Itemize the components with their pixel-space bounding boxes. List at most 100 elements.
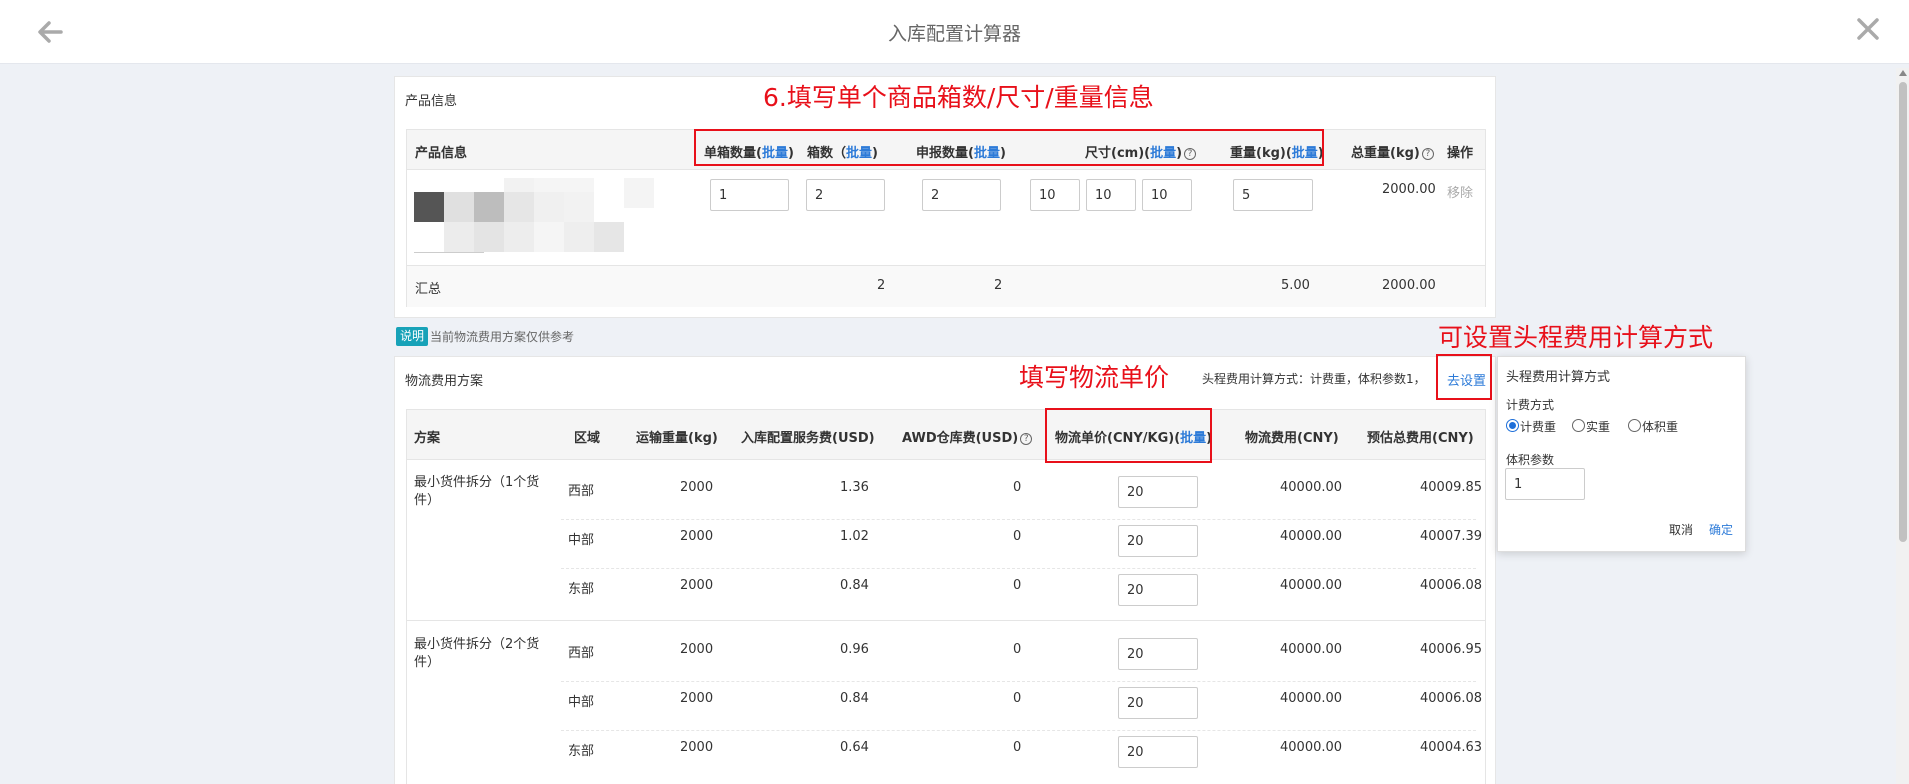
g1-r3-weight: 2000 [680,578,714,593]
radio-chargeable-weight-label[interactable]: 计费重 [1520,418,1556,435]
popover-volume-label: 体积参数 [1506,453,1555,467]
close-icon[interactable] [1853,14,1883,44]
row-divider [561,681,1476,682]
annotation-box-unit-price-column [1045,408,1212,463]
per-box-qty-input[interactable] [710,179,789,211]
g2-r3-total: 40004.63 [1420,740,1483,755]
scroll-thumb[interactable] [1899,82,1907,542]
summary-row [407,265,1485,307]
logistics-panel: 物流费用方案 头程费用计算方式：计费重，体积参数1， 去设置 方案 区域 运输重… [394,356,1496,784]
g1-r2-region: 中部 [568,533,595,548]
popover-title: 头程费用计算方式 [1506,370,1611,385]
declared-qty-input[interactable] [922,179,1001,211]
g2-r1-total: 40006.95 [1420,642,1483,657]
annotation-box-settings-link [1436,354,1492,400]
volume-param-input[interactable] [1505,468,1585,500]
g2-r2-unit-price-input[interactable] [1118,687,1198,719]
radio-chargeable-weight[interactable] [1506,419,1519,432]
scroll-up-icon[interactable] [1899,70,1907,76]
g2-r3-service-fee: 0.64 [840,740,869,755]
g1-r3-total: 40006.08 [1420,578,1483,593]
logistics-table-header: 方案 区域 运输重量(kg) 入库配置服务费(USD) AWD仓库费(USD)?… [407,410,1485,460]
col-logistics-fee: 物流费用(CNY) [1245,431,1339,446]
col-action: 操作 [1447,146,1474,161]
radio-volume-weight[interactable] [1628,419,1641,432]
summary-box-count: 2 [877,278,886,293]
g2-r1-unit-price-input[interactable] [1118,638,1198,670]
g2-r1-service-fee: 0.96 [840,642,869,657]
remove-link[interactable]: 移除 [1447,182,1473,201]
length-input[interactable] [1030,179,1080,211]
g2-r3-logistics-fee: 40000.00 [1280,740,1343,755]
col-plan: 方案 [414,431,441,446]
g1-r2-unit-price-input[interactable] [1118,525,1198,557]
annotation-box-product-columns [694,129,1324,166]
g1-r3-service-fee: 0.84 [840,578,869,593]
box-count-input[interactable] [806,179,885,211]
g2-r3-region: 东部 [568,744,595,759]
g1-r1-total: 40009.85 [1420,480,1483,495]
popover-method-label: 计费方式 [1506,398,1555,412]
g1-r1-unit-price-input[interactable] [1118,476,1198,508]
product-image [414,178,654,254]
g2-r1-logistics-fee: 40000.00 [1280,642,1343,657]
row-divider [561,568,1476,569]
page-title: 入库配置计算器 [887,23,1021,45]
summary-weight: 5.00 [1281,278,1310,293]
g1-r1-service-fee: 1.36 [840,480,869,495]
plan-2-line1: 最小货件拆分（2个货 [414,637,540,652]
g1-r3-unit-price-input[interactable] [1118,574,1198,606]
g1-r1-awd-fee: 0 [1013,480,1022,495]
g1-r2-awd-fee: 0 [1013,529,1022,544]
plan-1-line1: 最小货件拆分（1个货 [414,475,540,490]
col-service-fee: 入库配置服务费(USD) [741,431,875,446]
g1-r2-total: 40007.39 [1420,529,1483,544]
g1-r1-logistics-fee: 40000.00 [1280,480,1343,495]
calc-method-text: 头程费用计算方式：计费重，体积参数1， [1202,372,1426,386]
radio-actual-weight-label[interactable]: 实重 [1586,418,1610,435]
product-thumbnail-icon [414,178,654,253]
radio-actual-weight[interactable] [1572,419,1585,432]
logistics-table: 方案 区域 运输重量(kg) 入库配置服务费(USD) AWD仓库费(USD)?… [406,409,1486,784]
g2-r1-weight: 2000 [680,642,714,657]
row-divider [561,519,1476,520]
g2-r2-logistics-fee: 40000.00 [1280,691,1343,706]
g2-r3-unit-price-input[interactable] [1118,736,1198,768]
group-divider [407,620,1485,621]
col-estimated-total: 预估总费用(CNY) [1367,431,1474,446]
height-input[interactable] [1142,179,1192,211]
product-info-panel-title: 产品信息 [405,94,458,109]
popover-confirm-button[interactable]: 确定 [1709,521,1733,538]
plan-2-line2: 件） [414,655,441,670]
g2-r2-total: 40006.08 [1420,691,1483,706]
popover-cancel-button[interactable]: 取消 [1669,521,1693,538]
col-ship-weight: 运输重量(kg) [636,431,718,446]
total-weight-help-icon[interactable]: ? [1421,148,1434,160]
summary-total-weight: 2000.00 [1382,278,1436,293]
g1-r3-region: 东部 [568,582,595,597]
annotation-unit-price: 填写物流单价 [1019,363,1170,392]
col-product-info: 产品信息 [415,146,468,161]
g2-r2-service-fee: 0.84 [840,691,869,706]
g1-r1-weight: 2000 [680,480,714,495]
summary-label: 汇总 [415,282,442,297]
page-scrollbar[interactable] [1896,68,1909,784]
annotation-product-info: 6.填写单个商品箱数/尺寸/重量信息 [763,83,1154,112]
weight-input[interactable] [1233,179,1313,211]
g2-r3-awd-fee: 0 [1013,740,1022,755]
annotation-calc-method: 可设置头程费用计算方式 [1438,323,1714,352]
plan-1-line2: 件） [414,493,441,508]
col-region: 区域 [574,431,601,446]
width-input[interactable] [1086,179,1136,211]
row-total-weight: 2000.00 [1382,182,1436,197]
g2-r3-weight: 2000 [680,740,714,755]
awd-fee-help-icon[interactable]: ? [1020,433,1033,445]
g2-r2-region: 中部 [568,695,595,710]
g1-r1-region: 西部 [568,484,595,499]
summary-declared-qty: 2 [994,278,1003,293]
notice-text: 当前物流费用方案仅供参考 [430,330,575,344]
col-awd-fee: AWD仓库费(USD)? [902,427,1033,446]
radio-volume-weight-label[interactable]: 体积重 [1642,418,1678,435]
notice-badge: 说明 [396,327,429,346]
logistics-panel-title: 物流费用方案 [405,374,484,389]
